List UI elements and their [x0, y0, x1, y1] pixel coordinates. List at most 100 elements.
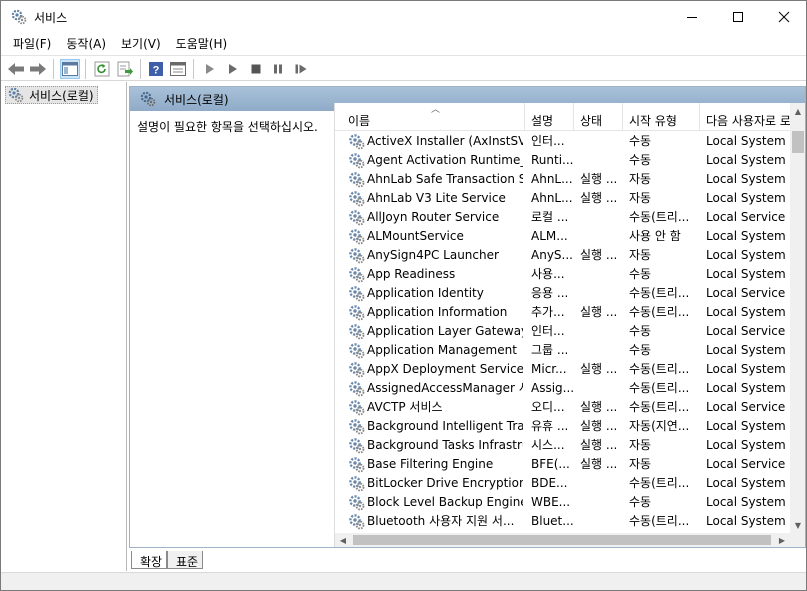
restart-service-button[interactable] — [291, 59, 311, 79]
service-gear-icon — [349, 153, 365, 169]
service-gear-icon — [349, 286, 365, 302]
service-name: Application Identity — [367, 286, 484, 300]
service-description: 로컬 ... — [531, 210, 569, 224]
table-row[interactable]: BitLocker Drive Encryption ... BDE... 수동(트… — [335, 474, 790, 493]
table-row[interactable]: Bluetooth 사용자 지원 서... Bluet... 수동(트리... Loc… — [335, 512, 790, 531]
menu-help[interactable]: 도움말(H) — [168, 33, 235, 53]
stop-service-button[interactable] — [246, 59, 266, 79]
table-row[interactable]: AssignedAccessManager 서... Assig... 수동(트리.… — [335, 379, 790, 398]
toolbar-separator — [85, 59, 86, 79]
service-status — [580, 381, 622, 397]
scrollbar-corner — [790, 533, 805, 547]
table-row[interactable]: AhnLab V3 Lite Service AhnL... 실행 ... 자동 Loc… — [335, 189, 790, 208]
table-row[interactable]: AnySign4PC Launcher AnyS... 실행 ... 자동 Local … — [335, 246, 790, 265]
table-row[interactable]: AppX Deployment Service ... Micr... 실행 ...… — [335, 360, 790, 379]
column-header-description-label: 설명 — [531, 114, 554, 128]
properties-button[interactable] — [168, 59, 188, 79]
service-gear-icon — [349, 457, 365, 473]
scroll-up-icon[interactable]: ▲ — [790, 103, 805, 119]
menu-bar: 파일(F) 동작(A) 보기(V) 도움말(H) — [1, 33, 806, 53]
vertical-scrollbar[interactable]: ▲ ▼ — [790, 103, 805, 533]
table-row[interactable]: Agent Activation Runtime_... Runti... 수동 Lo… — [335, 151, 790, 170]
column-header-description[interactable]: 설명 — [525, 103, 574, 131]
show-hide-console-tree-button[interactable] — [60, 59, 80, 79]
service-name: AnySign4PC Launcher — [367, 248, 499, 262]
close-button[interactable] — [761, 1, 806, 33]
play-icon — [206, 64, 214, 74]
table-row[interactable]: Application Identity 응용 ... 수동(트리... Local … — [335, 284, 790, 303]
title-bar[interactable]: 서비스 — [1, 1, 806, 33]
service-description: Assig... — [531, 381, 573, 395]
vertical-scroll-thumb[interactable] — [792, 131, 804, 153]
service-startup-type: 수동(트리... — [629, 514, 690, 528]
refresh-button[interactable] — [92, 59, 112, 79]
back-arrow-icon — [8, 63, 24, 75]
export-list-icon — [117, 61, 133, 77]
service-log-on-as: Local System — [706, 229, 786, 243]
horizontal-scrollbar[interactable]: ◀ ▶ — [335, 533, 790, 547]
table-row[interactable]: ActiveX Installer (AxInstSV) 인터... 수동 Local… — [335, 132, 790, 151]
service-startup-type: 수동 — [629, 134, 652, 148]
service-name: Application Management — [367, 343, 517, 357]
service-startup-type: 수동(트리... — [629, 305, 690, 319]
scroll-down-icon[interactable]: ▼ — [790, 517, 805, 533]
service-status: 실행 ... — [580, 400, 618, 414]
table-row[interactable]: Background Tasks Infrastru... 시스... 실행 ...… — [335, 436, 790, 455]
service-status — [580, 153, 622, 169]
service-gear-icon — [349, 248, 365, 264]
service-startup-type: 자동 — [629, 457, 652, 471]
service-name: Background Tasks Infrastru... — [367, 438, 523, 452]
start-service-alt-button[interactable] — [223, 59, 243, 79]
table-row[interactable]: ALMountService ALM... 사용 안 함 Local System — [335, 227, 790, 246]
forward-button[interactable] — [28, 59, 48, 79]
column-header-log-on-as[interactable]: 다음 사용자로 로 — [700, 103, 790, 131]
service-description: 시스... — [531, 438, 565, 452]
pause-service-button[interactable] — [268, 59, 288, 79]
start-service-button[interactable] — [200, 59, 220, 79]
service-description: AhnL... — [531, 191, 573, 205]
scroll-left-icon[interactable]: ◀ — [335, 533, 351, 547]
table-row[interactable]: Block Level Backup Engine ... WBE... 수동 Loc… — [335, 493, 790, 512]
toolbar-separator — [193, 59, 194, 79]
service-startup-type: 사용 안 함 — [629, 229, 681, 243]
column-header-startup-type[interactable]: 시작 유형 — [623, 103, 700, 131]
menu-view[interactable]: 보기(V) — [113, 33, 168, 53]
tree-item-services-local[interactable]: 서비스(로컬) — [5, 86, 98, 104]
table-row[interactable]: AVCTP 서비스 오디... 실행 ... 수동(트리... Local Servic… — [335, 398, 790, 417]
table-row[interactable]: AllJoyn Router Service 로컬 ... 수동(트리... Loca… — [335, 208, 790, 227]
column-header-name[interactable]: ︿ 이름 — [335, 103, 525, 131]
service-gear-icon — [349, 476, 365, 492]
service-log-on-as: Local System — [706, 191, 786, 205]
table-row[interactable]: Application Layer Gateway ... 인터... 수동 Loca… — [335, 322, 790, 341]
table-row[interactable]: AhnLab Safe Transaction S... AhnL... 실행 ..… — [335, 170, 790, 189]
menu-action[interactable]: 동작(A) — [58, 33, 113, 53]
toolbar-separator — [140, 59, 141, 79]
help-icon: ? — [149, 62, 163, 77]
menu-file[interactable]: 파일(F) — [5, 33, 58, 53]
service-name: AhnLab V3 Lite Service — [367, 191, 506, 205]
service-gear-icon — [349, 419, 365, 435]
table-row[interactable]: Application Management 그룹 ... 수동 Local Syst… — [335, 341, 790, 360]
service-status — [580, 514, 622, 530]
tab-standard[interactable]: 표준 — [167, 551, 204, 569]
service-startup-type: 수동(트리... — [629, 400, 690, 414]
column-header-log-on-as-label: 다음 사용자로 로 — [706, 114, 790, 128]
table-row[interactable]: Background Intelligent Tra... 유휴 ... 실행 ..… — [335, 417, 790, 436]
tab-expanded[interactable]: 확장 — [131, 551, 168, 569]
table-row[interactable]: App Readiness 사용... 수동 Local System — [335, 265, 790, 284]
column-header-status[interactable]: 상태 — [574, 103, 623, 131]
minimize-button[interactable] — [669, 1, 715, 33]
maximize-button[interactable] — [715, 1, 761, 33]
minimize-icon — [687, 17, 697, 18]
service-log-on-as: Local System — [706, 362, 786, 376]
table-row[interactable]: Application Information 추가... 실행 ... 수동(트리.… — [335, 303, 790, 322]
help-button[interactable]: ? — [146, 59, 166, 79]
scroll-right-icon[interactable]: ▶ — [774, 533, 790, 547]
service-gear-icon — [349, 305, 365, 321]
horizontal-scroll-thumb[interactable] — [353, 535, 771, 545]
back-button[interactable] — [6, 59, 26, 79]
export-list-button[interactable] — [115, 59, 135, 79]
table-row[interactable]: Base Filtering Engine BFE(... 실행 ... 자동 Loca… — [335, 455, 790, 474]
service-status — [580, 324, 622, 340]
service-gear-icon — [349, 495, 365, 511]
